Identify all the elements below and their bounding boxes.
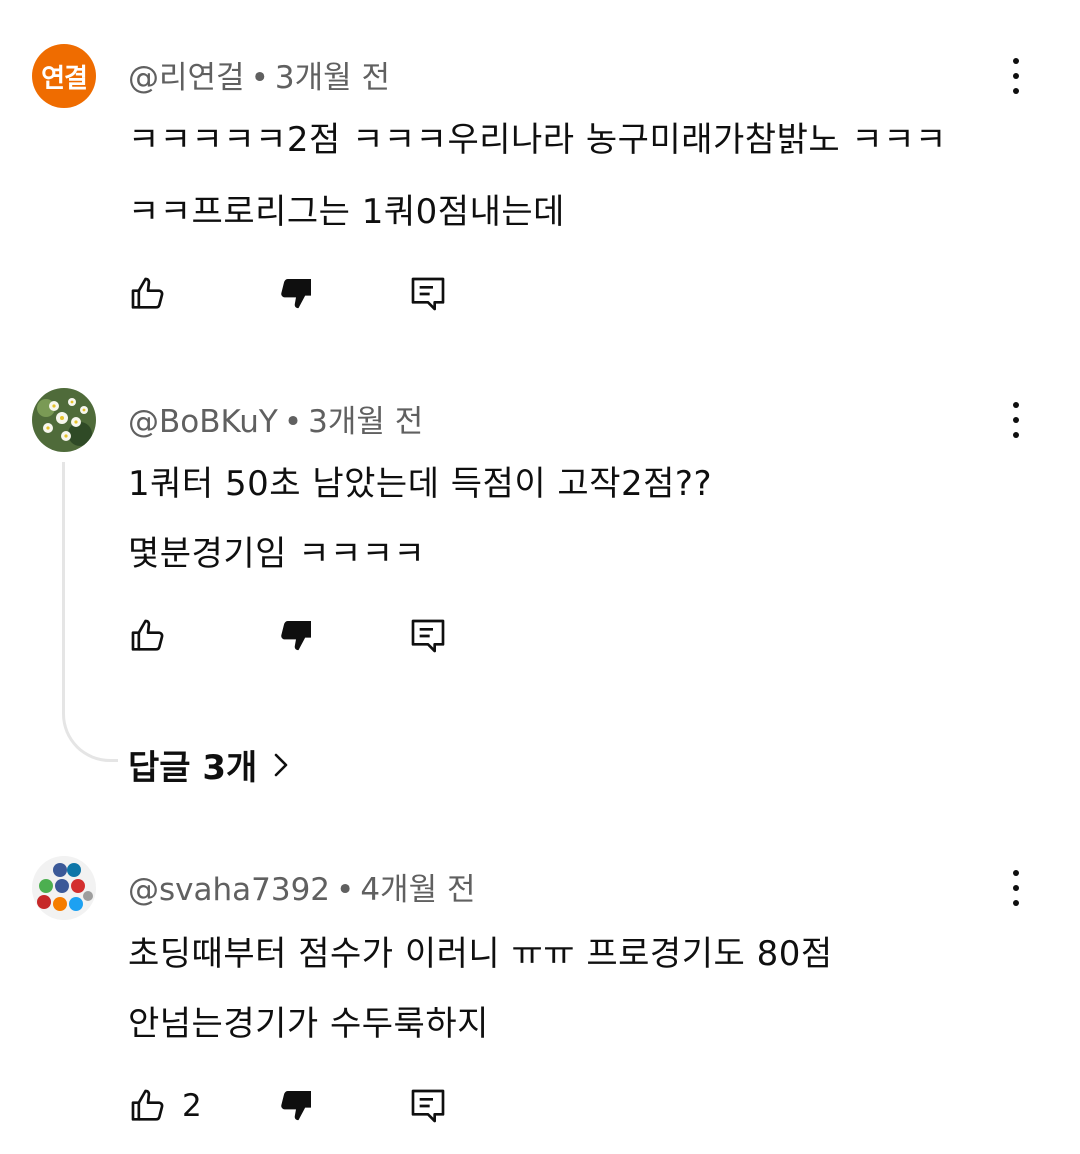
comment-time: 4개월 전 [360, 872, 476, 908]
comment-actions [128, 614, 528, 658]
comment-text-line: 초딩때부터 점수가 이러니 ㅠㅠ 프로경기도 80점 [128, 934, 833, 974]
more-vertical-icon[interactable] [1000, 398, 1032, 442]
comment-text-line: ㅋㅋ프로리그는 1쿼0점내는데 [128, 192, 565, 232]
thumbs-down-icon [281, 621, 311, 651]
more-vertical-icon[interactable] [1000, 54, 1032, 98]
avatar[interactable] [32, 388, 96, 452]
comment-time: 3개월 전 [308, 404, 424, 440]
more-vertical-icon[interactable] [1000, 866, 1032, 910]
replies-label: 답글 3개 [128, 748, 258, 788]
author-name[interactable]: @리연걸 [128, 60, 245, 96]
comment-actions: 2 [128, 1084, 528, 1128]
dislike-button[interactable] [276, 272, 316, 316]
comment-text-line: 1쿼터 50초 남았는데 득점이 고작2점?? [128, 464, 712, 504]
author-name[interactable]: @BoBKuY [128, 404, 278, 440]
author-name[interactable]: @svaha7392 [128, 872, 330, 908]
reply-comment-icon [411, 619, 445, 653]
reply-comment-icon [411, 277, 445, 311]
like-count: 2 [182, 1088, 202, 1124]
like-button[interactable] [128, 614, 182, 658]
reply-button[interactable] [408, 272, 448, 316]
dislike-button[interactable] [276, 1084, 316, 1128]
thumbs-up-icon [131, 619, 164, 651]
comment-text-line: 안넘는경기가 수두룩하지 [128, 1004, 489, 1044]
comment-text-line: ㅋㅋㅋㅋㅋ2점 ㅋㅋㅋ우리나라 농구미래가참밝노 ㅋㅋㅋ [128, 120, 947, 160]
social-icons-avatar [32, 856, 96, 920]
thumbs-up-icon [131, 1089, 164, 1121]
reply-thread-line [62, 462, 118, 762]
thumbs-up-icon [131, 277, 164, 309]
chevron-right-icon [275, 753, 288, 776]
separator-dot: • [283, 404, 303, 440]
like-button[interactable]: 2 [128, 1084, 202, 1128]
flower-photo-avatar [32, 388, 96, 452]
avatar[interactable] [32, 856, 96, 920]
reply-comment-icon [411, 1089, 445, 1123]
comment-meta: @BoBKuY • 3개월 전 [128, 396, 423, 441]
view-replies-button[interactable]: 답글 3개 [128, 740, 291, 789]
comment-time: 3개월 전 [274, 60, 390, 96]
thumbs-down-icon [281, 1091, 311, 1121]
separator-dot: • [250, 60, 269, 96]
dislike-button[interactable] [276, 614, 316, 658]
thumbs-down-icon [281, 279, 311, 309]
like-button[interactable] [128, 272, 182, 316]
separator-dot: • [336, 872, 355, 908]
reply-button[interactable] [408, 1084, 448, 1128]
comment-meta: @리연걸 • 3개월 전 [128, 52, 390, 97]
comment-meta: @svaha7392 • 4개월 전 [128, 864, 475, 909]
comment-actions [128, 272, 528, 316]
comment-text-line: 몇분경기임 ㅋㅋㅋㅋ [128, 534, 426, 574]
avatar[interactable]: 연결 [32, 44, 96, 108]
reply-button[interactable] [408, 614, 448, 658]
